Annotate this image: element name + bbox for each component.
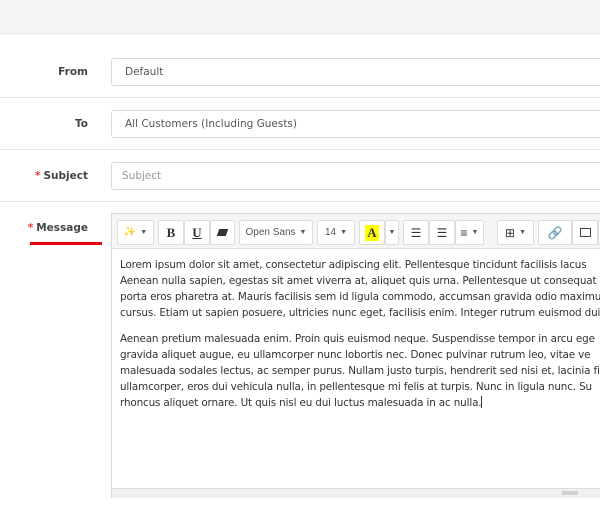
- to-row: To All Customers (Including Guests): [0, 98, 600, 150]
- color-dropdown[interactable]: ▼: [385, 220, 399, 245]
- caret-icon: ▼: [340, 229, 348, 236]
- caret-icon: ▼: [519, 229, 526, 236]
- image-button[interactable]: [572, 220, 598, 245]
- message-label-text: Message: [36, 222, 88, 234]
- table-icon: ⊞: [505, 225, 516, 240]
- style-button[interactable]: ✨ ▼: [117, 220, 154, 245]
- text-line: porta eros pharetra at. Mauris facilisis…: [120, 291, 600, 303]
- font-name: Open Sans: [245, 227, 296, 238]
- required-mark: *: [27, 222, 34, 234]
- editor-toolbar: ✨▼ B U Open Sans▼ 14▼ A ▼ ☰ ☰ ≡▼ ⊞▼ 🔗 ▶: [112, 214, 600, 249]
- subject-label-text: Subject: [43, 170, 88, 182]
- message-label: * Message: [28, 222, 88, 234]
- eraser-button[interactable]: [210, 220, 235, 245]
- unordered-list-button[interactable]: ☰: [403, 220, 429, 245]
- caret-icon: ▼: [471, 229, 479, 236]
- font-size-dropdown[interactable]: 14 ▼: [317, 220, 355, 245]
- text-line-last: rhoncus aliquet ornare. Ut quis nisl eu …: [120, 395, 600, 411]
- message-content[interactable]: Lorem ipsum dolor sit amet, consectetur …: [120, 257, 600, 411]
- caret-icon: ▼: [299, 229, 307, 236]
- top-bar: [0, 0, 600, 34]
- from-row: From Default: [0, 34, 600, 98]
- text-line: malesuada sodales lectus, ac semper puru…: [120, 365, 600, 377]
- caret-icon: ▼: [388, 229, 396, 236]
- subject-input[interactable]: Subject: [111, 162, 600, 190]
- editor-statusbar: [112, 488, 600, 498]
- link-button[interactable]: 🔗: [538, 220, 572, 245]
- text-color-button[interactable]: A: [359, 220, 385, 245]
- to-select[interactable]: All Customers (Including Guests): [111, 110, 600, 138]
- text-line: cursus. Etiam ut sapien posuere, ultrici…: [120, 307, 600, 319]
- unordered-list-icon: ☰: [410, 225, 422, 240]
- to-label: To: [75, 118, 88, 130]
- ordered-list-icon: ☰: [436, 225, 448, 240]
- resize-handle[interactable]: [562, 491, 578, 495]
- message-editor: ✨▼ B U Open Sans▼ 14▼ A ▼ ☰ ☰ ≡▼ ⊞▼ 🔗 ▶ …: [111, 213, 600, 498]
- text-cursor: [481, 396, 483, 408]
- link-icon: 🔗: [547, 225, 563, 240]
- message-underline: [30, 242, 102, 245]
- magic-wand-icon: ✨: [123, 227, 137, 238]
- subject-row: * Subject Subject: [0, 150, 600, 202]
- text-line: Aenean pretium malesuada enim. Proin qui…: [120, 333, 595, 345]
- font-family-dropdown[interactable]: Open Sans ▼: [239, 220, 313, 245]
- from-select[interactable]: Default: [111, 58, 600, 86]
- table-dropdown[interactable]: ⊞ ▼: [497, 220, 534, 245]
- align-dropdown[interactable]: ≡ ▼: [455, 220, 484, 245]
- text-line: ullamcorper, eros dui vehicula nulla, in…: [120, 381, 592, 393]
- text-line: gravida aliquet augue, eu ullamcorper nu…: [120, 349, 591, 361]
- subject-label: * Subject: [35, 170, 88, 182]
- image-icon: [579, 228, 591, 237]
- text-line: Lorem ipsum dolor sit amet, consectetur …: [120, 259, 587, 271]
- from-label: From: [58, 66, 88, 78]
- required-mark: *: [34, 170, 41, 182]
- text-line: Aenean nulla sapien, egestas sit amet vi…: [120, 275, 597, 287]
- bold-button[interactable]: B: [158, 220, 184, 245]
- text-color-icon: A: [365, 224, 379, 241]
- font-size: 14: [324, 227, 337, 238]
- underline-button[interactable]: U: [184, 220, 210, 245]
- ordered-list-button[interactable]: ☰: [429, 220, 455, 245]
- text-line: rhoncus aliquet ornare. Ut quis nisl eu …: [120, 397, 482, 409]
- eraser-icon: [216, 229, 229, 236]
- align-icon: ≡: [460, 225, 468, 240]
- caret-icon: ▼: [140, 229, 148, 236]
